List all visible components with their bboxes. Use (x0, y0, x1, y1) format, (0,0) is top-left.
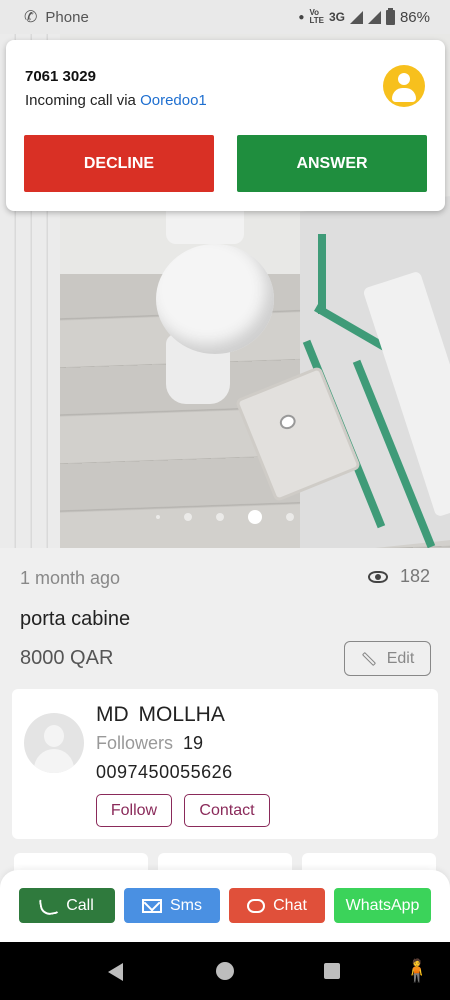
pencil-icon (361, 651, 376, 666)
accessibility-icon[interactable]: 🧍 (403, 959, 430, 983)
caller-avatar-icon (383, 65, 425, 107)
followers-count: 19 (183, 733, 204, 753)
battery-icon (385, 7, 395, 25)
followers-line: Followers 19 (96, 733, 203, 754)
battery-level: 86% (399, 8, 430, 26)
chat-label: Chat (273, 896, 307, 914)
call-carrier: Ooredoo1 (140, 92, 207, 109)
answer-button[interactable]: ANSWER (237, 135, 427, 192)
contact-action-bar: Call Sms Chat WhatsApp (0, 870, 450, 942)
sms-button[interactable]: Sms (124, 888, 220, 923)
listing-title: porta cabine (20, 608, 131, 630)
carousel-dot[interactable] (216, 513, 224, 521)
system-nav-bar: 🧍 (0, 942, 450, 1000)
call-via-text: Incoming call via Ooredoo1 (25, 92, 207, 109)
photo-squat-drain (277, 412, 298, 432)
incoming-call-notification[interactable]: 7061 3029 Incoming call via Ooredoo1 DEC… (6, 40, 445, 211)
status-left: ✆ Phone (24, 7, 89, 27)
posted-time: 1 month ago (20, 568, 121, 588)
seller-name[interactable]: MD MOLLHA (96, 703, 225, 727)
carousel-dot-active[interactable] (248, 510, 262, 524)
seller-phone[interactable]: 0097450055626 (96, 762, 233, 783)
photo-toilet-bowl (156, 244, 274, 354)
sms-label: Sms (170, 896, 202, 914)
chat-bubble-icon (247, 898, 266, 913)
whatsapp-button[interactable]: WhatsApp (334, 888, 431, 923)
chat-button[interactable]: Chat (229, 888, 325, 923)
carousel-dot[interactable] (286, 513, 294, 521)
eye-icon (367, 570, 388, 583)
back-icon[interactable] (108, 963, 123, 981)
recents-icon[interactable] (324, 963, 340, 979)
caller-number: 7061 3029 (25, 68, 96, 85)
carousel-dot[interactable] (184, 513, 192, 521)
view-count: 182 (367, 566, 430, 587)
status-bar: ✆ Phone ● Vo LTE 3G 86% (0, 0, 450, 34)
call-label: Call (66, 896, 94, 914)
edit-label: Edit (386, 649, 415, 667)
phone-icon: ✆ (24, 9, 38, 26)
decline-button[interactable]: DECLINE (24, 135, 214, 192)
follow-button[interactable]: Follow (96, 794, 172, 827)
signal-icon-2 (367, 10, 381, 24)
status-right: ● Vo LTE 3G 86% (298, 7, 430, 26)
home-icon[interactable] (216, 962, 234, 980)
call-via-prefix: Incoming call via (25, 92, 141, 109)
edit-button[interactable]: Edit (344, 641, 431, 676)
phone-icon (38, 895, 60, 916)
signal-icon (349, 10, 363, 24)
network-type: 3G (328, 10, 345, 24)
contact-button[interactable]: Contact (184, 794, 270, 827)
dot-indicator-icon: ● (298, 11, 305, 23)
view-count-value: 182 (399, 566, 430, 586)
carousel-dot[interactable] (156, 515, 160, 519)
volte-icon: Vo LTE (309, 8, 324, 25)
photo-pipe (318, 234, 326, 314)
seller-avatar[interactable] (24, 713, 84, 773)
status-app-name: Phone (45, 8, 89, 26)
followers-label: Followers (96, 733, 174, 753)
listing-price: 8000 QAR (20, 647, 114, 669)
envelope-icon (142, 898, 162, 913)
carousel-dots (0, 510, 450, 524)
call-button[interactable]: Call (19, 888, 115, 923)
seller-card: MD MOLLHA Followers 19 0097450055626 Foll… (12, 689, 438, 839)
